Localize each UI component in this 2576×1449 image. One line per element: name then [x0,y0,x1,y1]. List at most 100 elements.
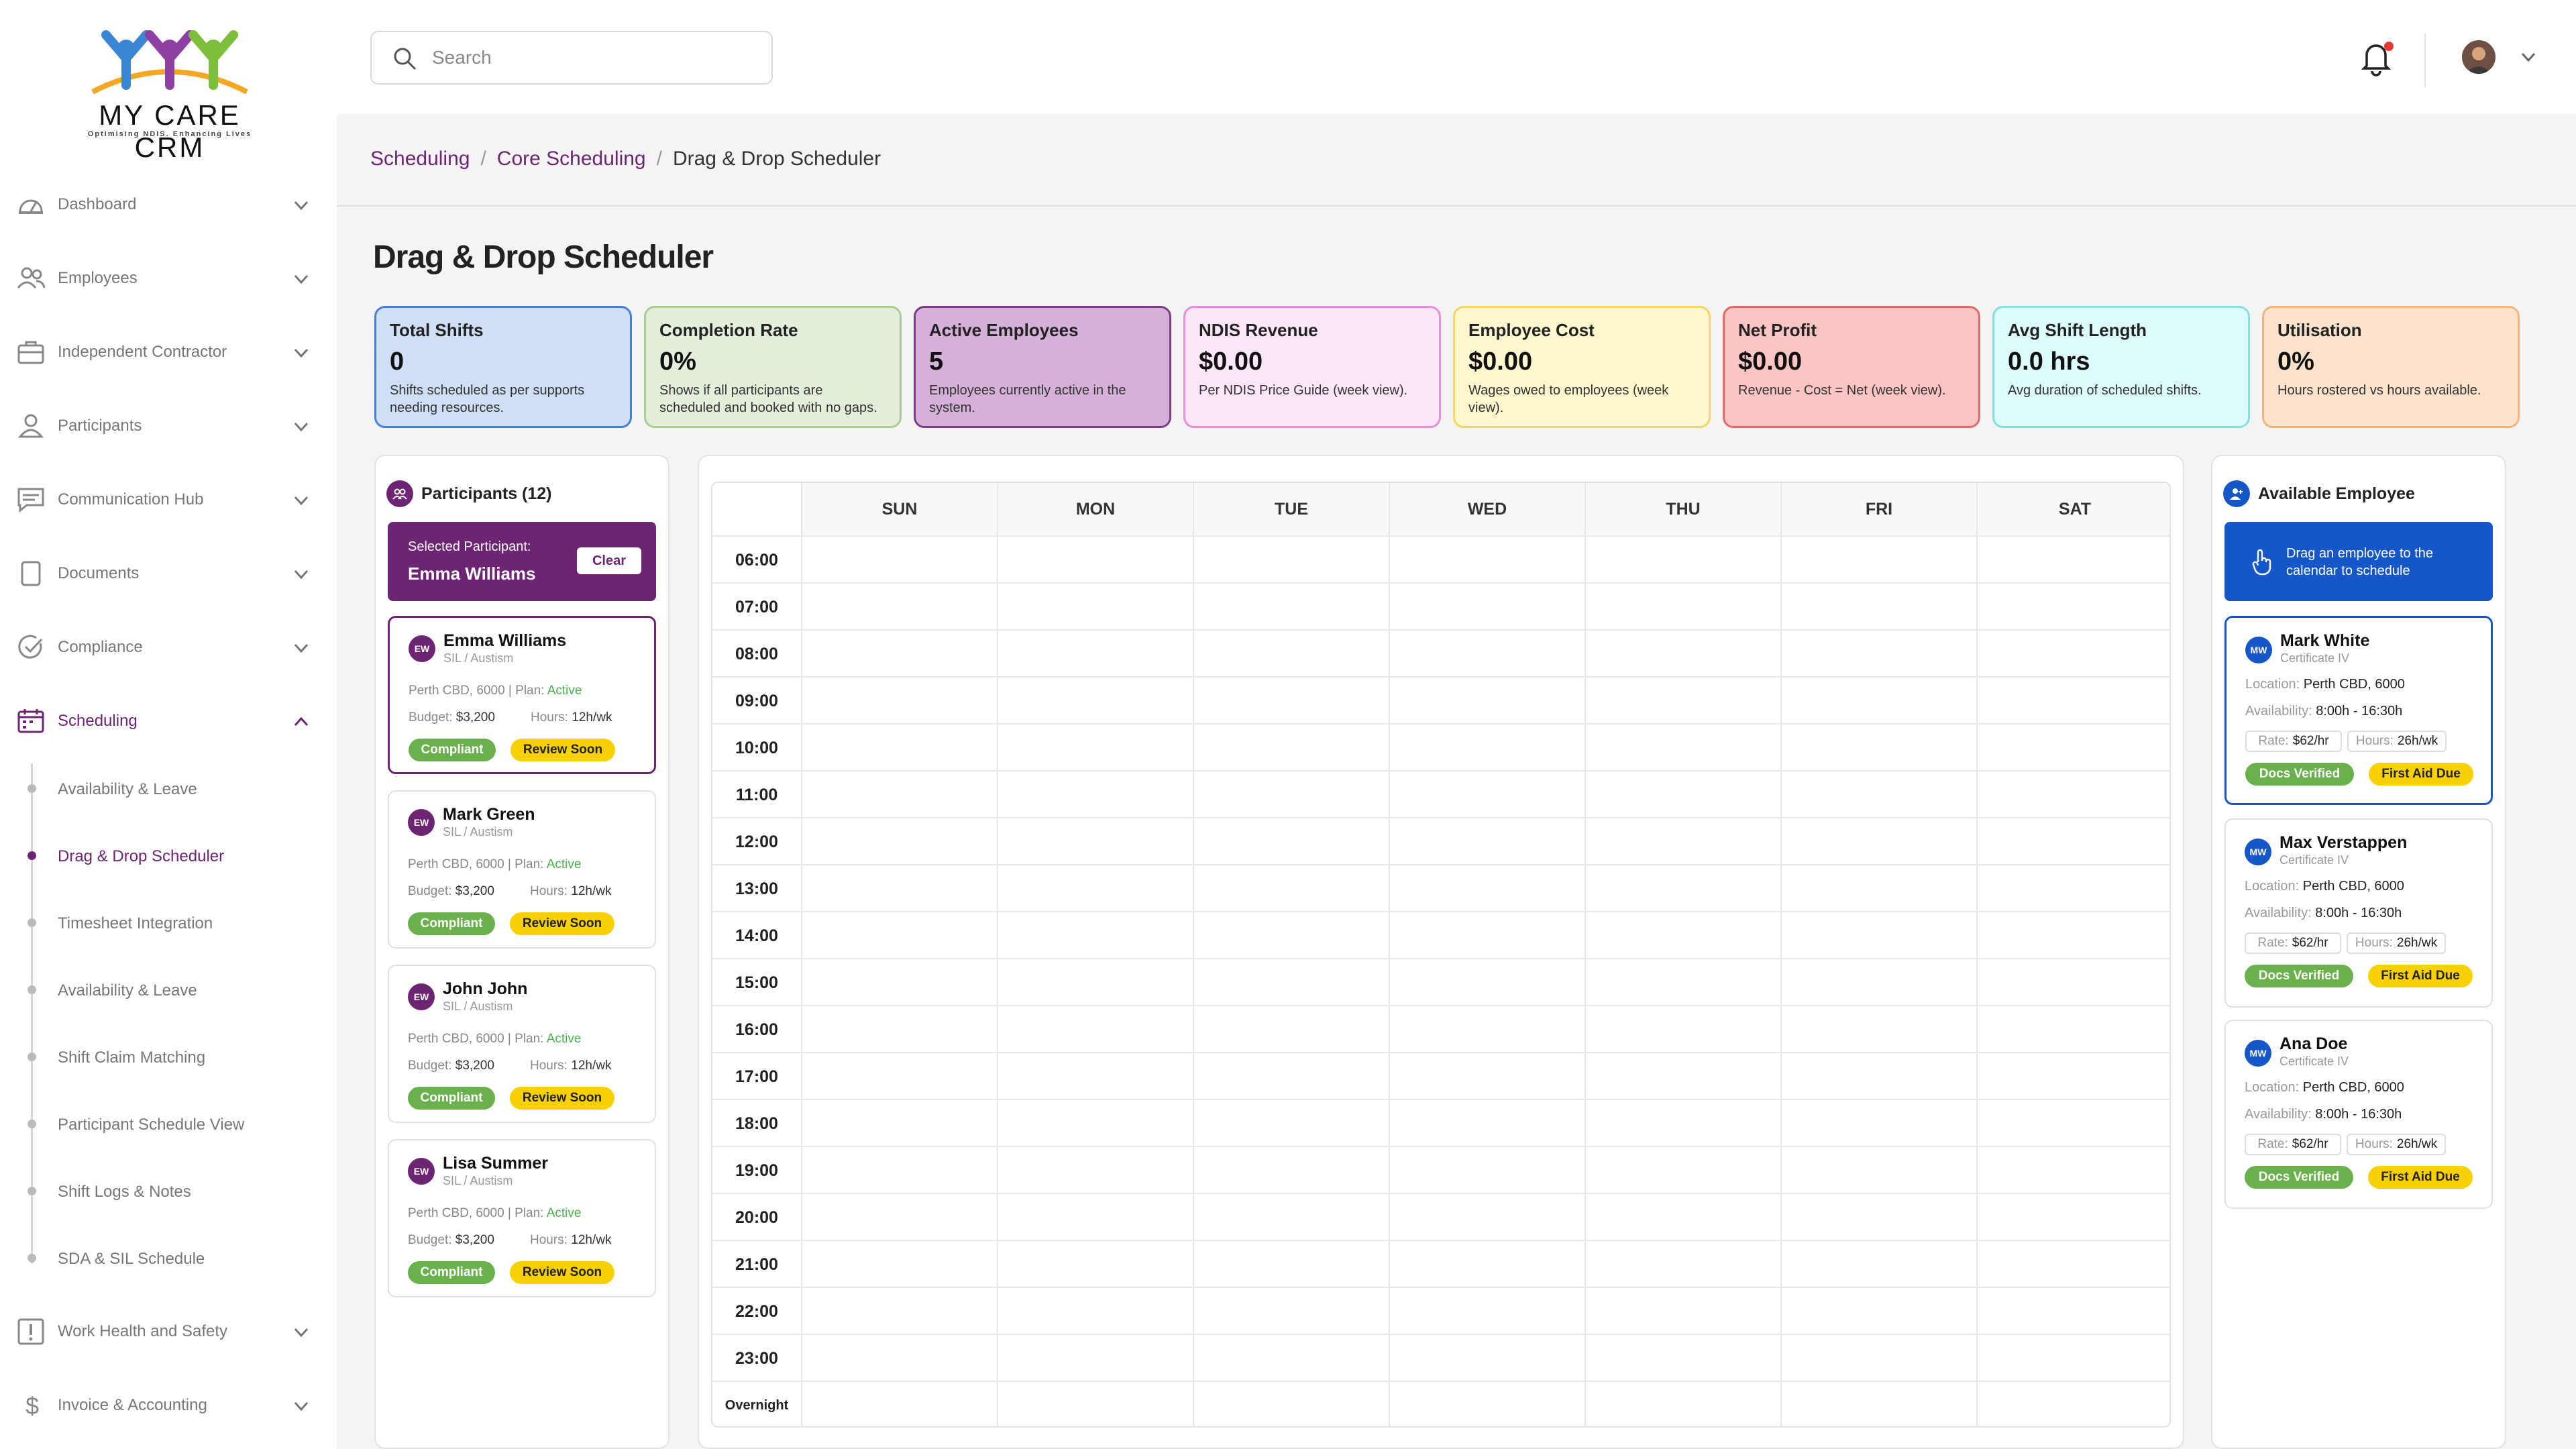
sub-item-timesheet-integration[interactable]: Timesheet Integration [0,902,337,943]
document-icon [21,561,41,586]
breadcrumb-separator: / [480,148,486,170]
sub-item-shift-logs-notes[interactable]: Shift Logs & Notes [0,1171,337,1211]
participant-card[interactable]: EW Mark Green SIL / Austism Perth CBD, 6… [388,790,656,949]
breadcrumb-core-scheduling[interactable]: Core Scheduling [497,148,646,170]
employee-cert: Certificate IV [2279,853,2349,867]
employee-card[interactable]: MW Ana Doe Certificate IV Location: Pert… [2224,1020,2493,1209]
grid-line [712,770,2169,771]
stat-description: Shows if all participants are scheduled … [659,383,877,415]
divider [337,205,2576,207]
sidebar-item-compliance[interactable]: Compliance [0,621,337,674]
compliant-badge: Compliant [408,912,495,935]
grid-line [1585,483,1586,1426]
rate-label: Rate: [2257,1137,2288,1151]
participant-budget: Budget: $3,200 [408,884,494,899]
location-label: Location: [2245,879,2300,894]
budget-label: Budget: [409,710,453,724]
docs-verified-badge: Docs Verified [2245,965,2353,987]
sidebar-item-scheduling[interactable]: Scheduling [0,694,337,748]
breadcrumb-scheduling[interactable]: Scheduling [370,148,470,170]
search-box[interactable] [370,31,773,85]
stat-card-utilisation: Utilisation 0% Hours rostered vs hours ava… [2262,306,2520,428]
employees-icon [17,267,46,288]
sub-item-shift-claim-matching[interactable]: Shift Claim Matching [0,1036,337,1077]
participant-card[interactable]: EW Emma Williams SIL / Austism Perth CBD… [388,616,656,774]
location-label: Location: [2245,677,2300,692]
hours-label: Hours: [2355,936,2393,950]
participant-hours: Hours: 12h/wk [531,710,612,725]
sidebar-item-documents[interactable]: Documents [0,547,337,600]
sidebar-item-communication-hub[interactable]: Communication Hub [0,473,337,527]
clear-button[interactable]: Clear [577,547,641,574]
employee-initials: MW [2245,1040,2271,1067]
employee-card[interactable]: MW Max Verstappen Certificate IV Locatio… [2224,818,2493,1008]
sidebar-item-work-health-safety[interactable]: Work Health and Safety [0,1305,337,1358]
chevron-down-icon [294,1328,309,1338]
grid-line [712,1334,2169,1335]
participant-location: Perth CBD, 6000 | Plan: Active [408,1206,582,1220]
participant-name: Lisa Summer [443,1154,549,1173]
user-add-icon [2223,480,2250,507]
plan-label: Plan: [515,1206,544,1220]
review-soon-badge: Review Soon [511,739,615,761]
sidebar-item-label: Independent Contractor [58,343,227,361]
day-header-fri: FRI [1780,483,1976,535]
grid-line [801,483,802,1426]
sub-item-participant-schedule-view[interactable]: Participant Schedule View [0,1104,337,1144]
sidebar-item-label: Documents [58,564,140,582]
time-slot-label: 12:00 [735,832,778,851]
participant-budget: Budget: $3,200 [409,710,495,725]
stat-title: Avg Shift Length [2008,320,2147,340]
stat-title: Utilisation [2277,320,2362,340]
sub-item-sda-sil-schedule[interactable]: SDA & SIL Schedule [0,1238,337,1278]
grid-line [712,629,2169,631]
time-slot-label: 06:00 [735,550,778,570]
time-slot-label: 21:00 [735,1254,778,1274]
employee-cert: Certificate IV [2279,1055,2349,1068]
stat-title: Employee Cost [1468,320,1595,340]
location-value: Perth CBD, 6000 [2303,677,2405,692]
location-value: Perth CBD, 6000 [409,684,505,698]
sub-item-availability-leave-2[interactable]: Availability & Leave [0,969,337,1010]
schedule-calendar[interactable]: SUN MON TUE WED THU FRI SAT 06:00 07:00 … [711,482,2171,1428]
day-header-mon: MON [997,483,1193,535]
employee-card[interactable]: MW Mark White Certificate IV Location: P… [2224,616,2493,805]
time-slot-label: 18:00 [735,1114,778,1133]
stat-description: Per NDIS Price Guide (week view). [1199,383,1408,398]
chevron-down-icon [294,201,309,211]
sub-item-availability-leave[interactable]: Availability & Leave [0,768,337,808]
avatar[interactable] [2462,40,2496,74]
grid-line [712,817,2169,818]
time-slot-label: 13:00 [735,879,778,898]
plan-label: Plan: [515,684,545,698]
brand-logo[interactable]: MY CARE CRM Optimising NDIS. Enhancing L… [59,28,280,163]
search-input[interactable] [432,43,754,72]
budget-value: $3,200 [455,1059,494,1073]
sidebar-item-independent-contractor[interactable]: Independent Contractor [0,325,337,379]
time-slot-label: 07:00 [735,597,778,616]
participant-card[interactable]: EW Lisa Summer SIL / Austism Perth CBD, … [388,1139,656,1297]
group-icon [386,480,413,507]
chevron-down-icon[interactable] [2520,48,2537,66]
sidebar-item-participants[interactable]: Participants [0,399,337,453]
stat-value: 5 [929,347,944,376]
sub-item-drag-drop-scheduler[interactable]: Drag & Drop Scheduler [0,835,337,875]
sidebar-item-dashboard[interactable]: Dashboard [0,178,337,231]
breadcrumb-current: Drag & Drop Scheduler [672,148,881,170]
grid-line [712,1240,2169,1241]
alert-icon [17,1318,44,1345]
time-slot-label: 14:00 [735,926,778,945]
sidebar-item-invoice-accounting[interactable]: $ Invoice & Accounting [0,1379,337,1432]
participant-name: John John [443,979,528,998]
participant-hours: Hours: 12h/wk [530,884,611,899]
employee-location: Location: Perth CBD, 6000 [2245,1080,2404,1095]
day-header-tue: TUE [1193,483,1389,535]
sidebar-item-employees[interactable]: Employees [0,252,337,305]
time-slot-label: 20:00 [735,1208,778,1227]
grid-line [1389,483,1390,1426]
day-header-thu: THU [1585,483,1780,535]
bullet-dot [28,985,36,994]
participant-card[interactable]: EW John John SIL / Austism Perth CBD, 60… [388,965,656,1123]
hours-value: 12h/wk [571,884,612,898]
employee-name: Max Verstappen [2279,833,2408,852]
